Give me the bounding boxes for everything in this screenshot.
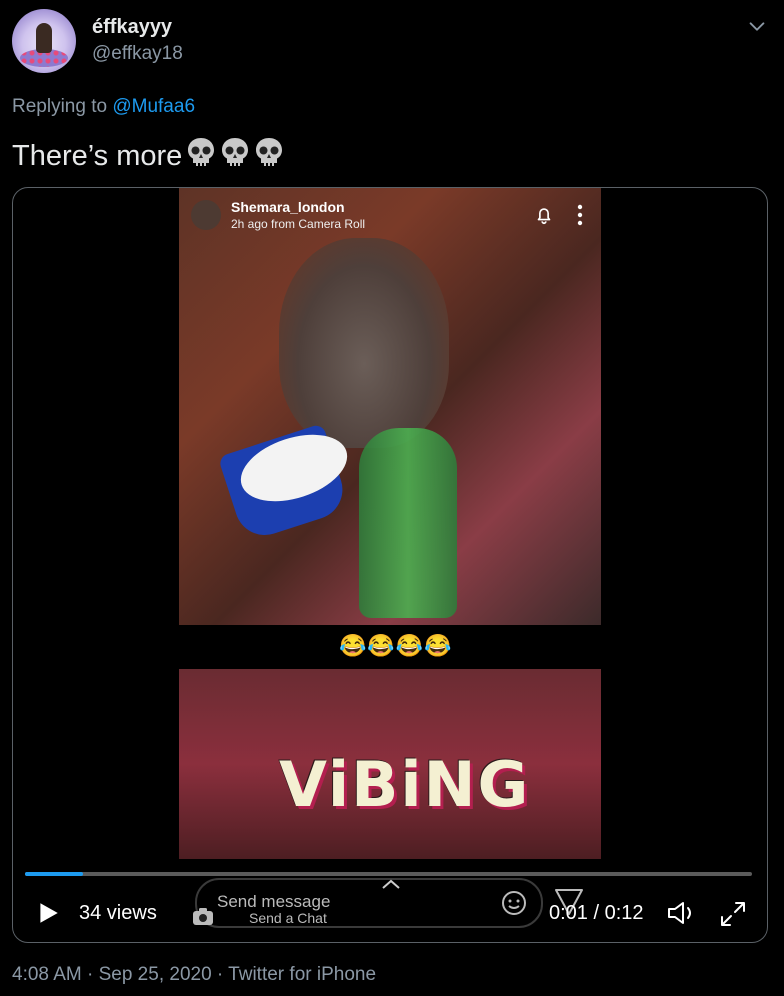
progress-fill xyxy=(25,872,84,876)
camera-icon xyxy=(193,908,213,925)
author-handle[interactable]: @effkay18 xyxy=(92,43,183,65)
sticker-icon xyxy=(502,891,526,915)
video-player[interactable]: Shemara_london 2h ago from Camera Roll 😂… xyxy=(12,187,768,943)
snap-overlay-text: ViBiNG xyxy=(279,748,531,821)
tweet-body: There’s more xyxy=(12,139,183,172)
chevron-down-icon[interactable] xyxy=(746,16,768,38)
skull-icon xyxy=(256,138,283,166)
view-count: 34 views xyxy=(79,902,157,924)
video-frame[interactable]: Shemara_london 2h ago from Camera Roll 😂… xyxy=(179,188,601,859)
playback-time: 0:01 / 0:12 xyxy=(549,902,644,924)
tweet-text: There’s more xyxy=(12,135,286,177)
author-avatar[interactable] xyxy=(12,9,76,73)
snap-send-message-label: Send message xyxy=(217,892,331,911)
chevron-up-icon xyxy=(382,879,400,889)
bell-icon xyxy=(537,208,551,225)
author-display-name[interactable]: éffkayyy xyxy=(92,16,172,39)
tweet-metadata[interactable]: 4:08 AM · Sep 25, 2020 · Twitter for iPh… xyxy=(12,964,376,986)
snap-emoji-caption: 😂😂😂😂 xyxy=(339,633,453,658)
skull-icon xyxy=(188,138,215,166)
play-icon[interactable] xyxy=(35,900,61,926)
volume-muted-icon[interactable] xyxy=(665,899,697,927)
snap-send-chat-label: Send a Chat xyxy=(249,910,327,926)
green-bottle xyxy=(359,428,457,618)
reply-prefix: Replying to xyxy=(12,96,113,117)
avatar-figure xyxy=(36,23,52,53)
reply-mention-link[interactable]: @Mufaa6 xyxy=(112,96,195,117)
more-vertical-icon xyxy=(577,204,583,226)
progress-track[interactable] xyxy=(25,872,752,876)
tweet-emoji-group xyxy=(184,135,286,177)
skull-icon xyxy=(222,138,249,166)
snap-username: Shemara_london xyxy=(231,199,345,215)
orangutan-figure xyxy=(279,238,449,448)
snap-avatar xyxy=(191,200,221,230)
snap-subtitle: 2h ago from Camera Roll xyxy=(231,217,366,231)
fullscreen-icon[interactable] xyxy=(718,899,748,929)
reply-context: Replying to @Mufaa6 xyxy=(12,96,195,118)
